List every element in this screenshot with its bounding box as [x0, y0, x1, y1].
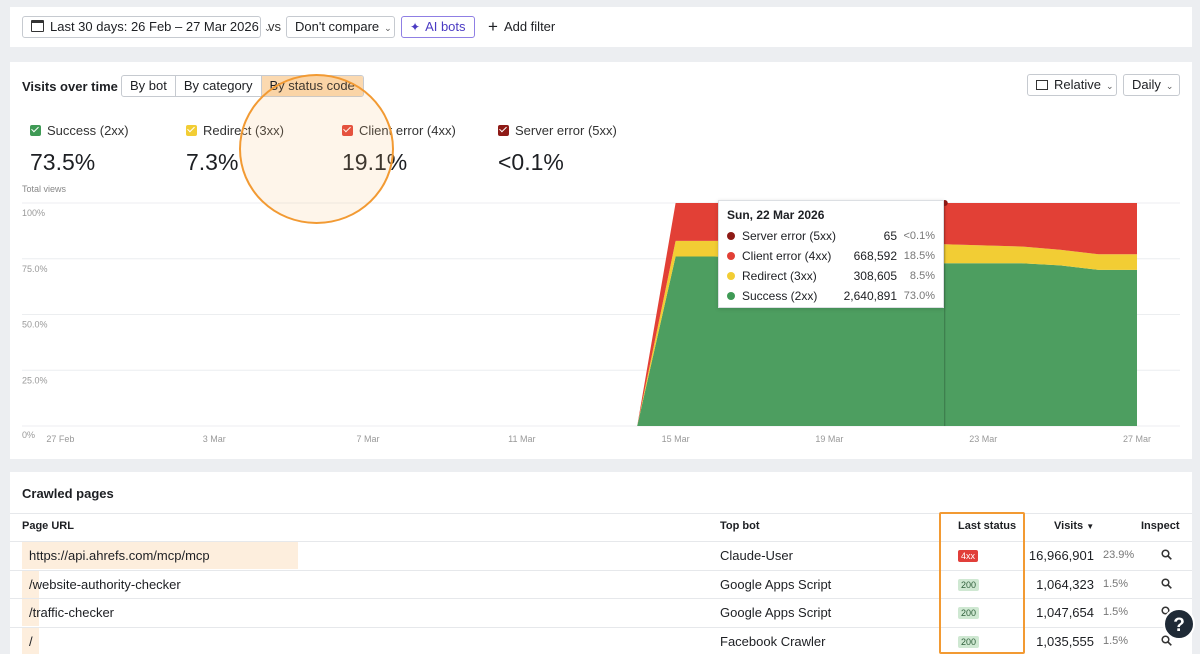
legend-server-error[interactable]: Server error (5xx) <0.1% [498, 122, 617, 176]
tooltip-row-success: Success (2xx) 2,640,891 73.0% [727, 286, 935, 306]
add-filter-button[interactable]: + Add filter [488, 16, 555, 38]
visits-value: 1,047,654 [1036, 605, 1094, 620]
dot-icon [727, 292, 735, 300]
visits-over-time-title: Visits over time [22, 79, 118, 94]
visits-value: 16,966,901 [1028, 548, 1094, 563]
dot-icon [727, 272, 735, 280]
tooltip-value: 65 [883, 229, 897, 243]
visits-percent: 1.5% [1103, 606, 1129, 618]
chevron-down-icon: ⌄ [1105, 81, 1114, 91]
filter-bar: Last 30 days: 26 Feb – 27 Mar 2026 ⌄ vs D… [10, 7, 1192, 47]
y-tick-label: 100% [22, 208, 45, 218]
vs-label: vs [268, 19, 281, 34]
dot-icon [727, 252, 735, 260]
dot-icon [727, 232, 735, 240]
top-bot-label: Facebook Crawler [720, 633, 826, 649]
search-icon[interactable] [1161, 549, 1172, 560]
column-header-top-bot[interactable]: Top bot [720, 520, 760, 532]
visits-percent: 1.5% [1103, 634, 1129, 647]
highlight-annotation [239, 74, 394, 224]
y-tick-label: 25.0% [22, 375, 48, 385]
crawled-pages-panel: Crawled pages Page URL Top bot Last stat… [10, 472, 1192, 654]
tooltip-label: Success (2xx) [742, 289, 818, 303]
page-url-link[interactable]: /website-authority-checker [22, 571, 181, 598]
help-button[interactable]: ? [1163, 608, 1195, 640]
tab-by-category[interactable]: By category [176, 76, 262, 96]
x-tick-label: 7 Mar [357, 434, 380, 444]
ai-bots-label: AI bots [425, 19, 466, 34]
visits-over-time-panel: Visits over time By bot By category By s… [10, 62, 1192, 459]
tab-by-bot[interactable]: By bot [122, 76, 176, 96]
checkbox-icon [186, 125, 197, 136]
date-range-label: Last 30 days: 26 Feb – 27 Mar 2026 [50, 19, 259, 34]
compare-dropdown[interactable]: Don't compare ⌄ [286, 16, 395, 38]
tooltip-date: Sun, 22 Mar 2026 [727, 208, 825, 222]
tooltip-percent: 73.0% [903, 290, 935, 302]
tooltip-value: 308,605 [853, 269, 897, 283]
add-filter-label: Add filter [503, 19, 556, 34]
checkbox-icon [498, 125, 509, 136]
y-tick-label: 0% [22, 430, 35, 440]
plus-icon: + [488, 17, 498, 36]
ai-bots-filter-button[interactable]: ✦ AI bots [401, 16, 475, 38]
scale-dropdown[interactable]: Relative ⌄ [1027, 74, 1117, 96]
page-url-link[interactable]: / [22, 628, 33, 654]
legend-percent: <0.1% [498, 149, 564, 175]
compare-label: Don't compare [295, 19, 380, 34]
legend-percent: 73.5% [30, 149, 96, 175]
column-header-inspect: Inspect [1141, 520, 1180, 532]
legend-success[interactable]: Success (2xx) 73.5% [30, 122, 129, 176]
tooltip-percent: <0.1% [903, 230, 936, 242]
sparkle-icon: ✦ [410, 20, 421, 34]
tooltip-row-client-error: Client error (4xx) 668,592 18.5% [727, 246, 935, 266]
column-header-page-url[interactable]: Page URL [22, 520, 74, 532]
highlight-annotation [939, 512, 1025, 654]
interval-dropdown[interactable]: Daily ⌄ [1123, 74, 1180, 96]
tooltip-row-server-error: Server error (5xx) 65 <0.1% [727, 226, 935, 246]
visits-value: 1,064,323 [1036, 576, 1094, 592]
calendar-icon [31, 20, 44, 32]
x-tick-label: 19 Mar [815, 434, 843, 444]
crawled-pages-title: Crawled pages [22, 486, 114, 501]
x-tick-label: 15 Mar [662, 434, 690, 444]
x-tick-label: 23 Mar [969, 434, 997, 444]
chevron-down-icon: ⌄ [384, 23, 392, 33]
tooltip-row-redirect: Redirect (3xx) 308,605 8.5% [727, 266, 935, 286]
tooltip-percent: 8.5% [909, 270, 935, 282]
search-icon[interactable] [1161, 577, 1172, 589]
page-url-link[interactable]: https://api.ahrefs.com/mcp/mcp [22, 542, 210, 569]
tooltip-percent: 18.5% [903, 250, 935, 262]
legend-label: Success (2xx) [47, 123, 129, 138]
checkbox-icon [30, 125, 41, 136]
x-tick-label: 11 Mar [508, 434, 535, 444]
x-tick-label: 27 Mar [1123, 434, 1151, 444]
visits-header-label: Visits [1054, 520, 1084, 532]
interval-label: Daily [1132, 77, 1161, 92]
x-tick-label: 3 Mar [203, 434, 226, 444]
tooltip-label: Server error (5xx) [742, 229, 837, 243]
column-header-visits[interactable]: Visits ▼ [1054, 520, 1094, 532]
tooltip-value: 668,592 [853, 249, 897, 263]
visits-value: 1,035,555 [1036, 633, 1094, 649]
chart-icon [1036, 80, 1048, 90]
top-bot-label: Google Apps Script [720, 576, 832, 592]
sort-desc-icon: ▼ [1086, 522, 1095, 531]
visits-percent: 1.5% [1103, 577, 1129, 590]
top-bot-label: Claude-User [720, 548, 793, 563]
top-bot-label: Google Apps Script [720, 605, 832, 620]
tooltip-label: Client error (4xx) [742, 249, 832, 263]
y-tick-label: 50.0% [22, 320, 48, 330]
date-range-button[interactable]: Last 30 days: 26 Feb – 27 Mar 2026 ⌄ [22, 16, 271, 38]
page-url-link[interactable]: /traffic-checker [22, 599, 114, 626]
visits-percent: 23.9% [1103, 549, 1135, 561]
legend-label: Server error (5xx) [515, 123, 617, 138]
y-tick-label: 75.0% [22, 264, 48, 274]
tooltip-label: Redirect (3xx) [742, 269, 817, 283]
stacked-area-chart[interactable]: 100% 75.0% 50.0% 25.0% 0% 27 Feb 3 Mar 7 Mar 11 … [10, 192, 1192, 447]
chevron-down-icon: ⌄ [1165, 81, 1174, 91]
tooltip-value: 2,640,891 [843, 289, 897, 303]
x-tick-label: 27 Feb [46, 434, 74, 444]
scale-label: Relative [1054, 77, 1101, 92]
chart-tooltip: Sun, 22 Mar 2026 Server error (5xx) 65 <0.… [718, 200, 944, 308]
